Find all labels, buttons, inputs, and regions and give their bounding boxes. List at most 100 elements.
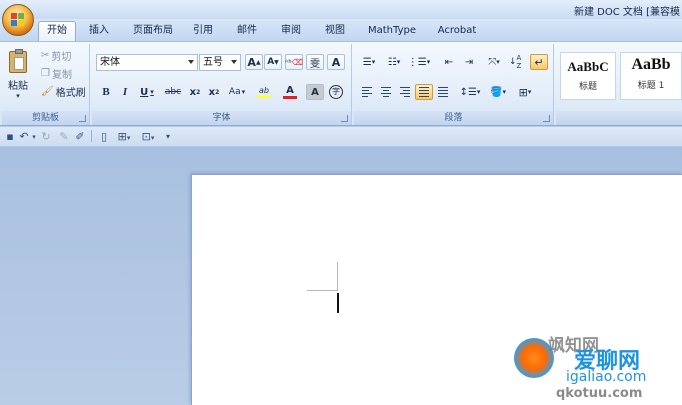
- save-icon[interactable]: ▪: [4, 130, 16, 144]
- draw-table-icon[interactable]: ✎: [58, 130, 70, 144]
- shading-button[interactable]: 🪣 ▾: [486, 84, 510, 100]
- chevron-down-icon: [231, 60, 237, 64]
- character-shading-button[interactable]: A: [306, 84, 324, 100]
- chevron-down-icon[interactable]: ▾: [31, 130, 37, 144]
- tab-review[interactable]: 审阅: [276, 23, 306, 41]
- chevron-down-icon: ▾: [150, 88, 154, 96]
- show-marks-button[interactable]: ↵: [530, 54, 548, 70]
- copy-icon: ❐: [41, 67, 50, 79]
- watermark-url: igaliao.com: [566, 369, 647, 385]
- redo-icon[interactable]: ↻: [40, 130, 52, 144]
- format-painter-button[interactable]: 🖌 格式刷: [40, 83, 88, 99]
- style-title[interactable]: AaBbC 标题: [560, 52, 616, 100]
- font-group: 宋体 五号 A ▲ A ▼ ᴬᵇ ⌫ 雯 A B I U ▾ abc x2 x2 Aa ▾…: [92, 44, 352, 125]
- page-icon[interactable]: ▯: [98, 130, 110, 144]
- strikethrough-button[interactable]: abc: [162, 84, 184, 100]
- italic-button[interactable]: I: [117, 84, 133, 100]
- office-logo-icon-part: [18, 13, 24, 19]
- dialog-launcher-icon[interactable]: [543, 115, 550, 122]
- decrease-indent-button[interactable]: ⇤: [440, 54, 458, 70]
- margin-corner-mark: [307, 290, 338, 291]
- underline-button[interactable]: U ▾: [136, 84, 158, 100]
- paragraph-group-label: 段落: [354, 111, 553, 125]
- tab-page-layout[interactable]: 页面布局: [126, 23, 180, 41]
- multilevel-list-button[interactable]: ⋮☰ ▾: [408, 54, 430, 70]
- scissors-icon: ✂: [41, 49, 50, 61]
- format-painter-label: 格式刷: [55, 87, 86, 99]
- chevron-down-icon: ▾: [16, 91, 20, 100]
- font-color-bar: [283, 95, 297, 99]
- align-left-icon: [362, 85, 372, 99]
- chinese-layout-button[interactable]: ⤧ ▾: [482, 54, 506, 70]
- edit-icon[interactable]: ✐: [74, 130, 86, 144]
- font-color-button[interactable]: A: [278, 84, 302, 100]
- watermark-logo-icon: [514, 338, 554, 378]
- customize-toolbar-icon[interactable]: ▾: [164, 130, 172, 144]
- align-left-button[interactable]: [358, 84, 376, 100]
- character-border-icon[interactable]: A: [327, 54, 345, 70]
- styles-group-label: [556, 111, 682, 125]
- cut-button[interactable]: ✂ 剪切: [40, 47, 80, 63]
- clipboard-group: 粘贴 ▾ ✂ 剪切 ❐ 复制 🖌 格式刷 剪贴板: [2, 44, 90, 125]
- text-box-icon[interactable]: ⊡▾: [138, 130, 158, 144]
- clipboard-icon: [9, 48, 27, 73]
- bold-button[interactable]: B: [98, 84, 114, 100]
- margin-corner-mark: [337, 262, 338, 291]
- increase-indent-button[interactable]: ⇥: [460, 54, 478, 70]
- undo-icon[interactable]: ↶: [18, 130, 30, 144]
- tab-mathtype[interactable]: MathType: [364, 23, 420, 41]
- font-size-combo[interactable]: 五号: [199, 54, 241, 71]
- font-group-label: 字体: [92, 111, 351, 125]
- title-bar: 新建 DOC 文档 [兼容模: [0, 0, 682, 19]
- highlight-color-bar: [257, 95, 271, 98]
- align-right-button[interactable]: [396, 84, 414, 100]
- clipboard-group-label: 剪贴板: [2, 111, 89, 125]
- dialog-launcher-icon[interactable]: [79, 115, 86, 122]
- grow-font-button[interactable]: A ▲: [245, 54, 263, 70]
- numbering-button[interactable]: ☷ ▾: [383, 54, 405, 70]
- justify-button[interactable]: [415, 84, 433, 100]
- subscript-button[interactable]: x2: [187, 84, 203, 100]
- office-logo-icon: [11, 13, 17, 19]
- shrink-font-button[interactable]: A ▼: [264, 54, 282, 70]
- encircle-icon: 字: [329, 85, 343, 99]
- style-sample: AaBbC: [567, 59, 609, 74]
- watermark-bottom: qkotuu.com: [556, 386, 643, 401]
- enclose-characters-button[interactable]: 字: [327, 84, 345, 100]
- line-spacing-button[interactable]: ↕☰ ▾: [458, 84, 482, 100]
- office-logo-icon-part: [11, 20, 17, 26]
- copy-button[interactable]: ❐ 复制: [40, 65, 80, 81]
- ribbon-tab-bar: 开始 插入 页面布局 引用 邮件 审阅 视图 MathType Acrobat: [0, 19, 682, 41]
- phonetic-guide-icon[interactable]: 雯: [306, 54, 324, 70]
- distributed-button[interactable]: [434, 84, 452, 100]
- style-name: 标题 1: [637, 81, 665, 91]
- chevron-down-icon: [188, 60, 194, 64]
- tab-insert[interactable]: 插入: [82, 23, 116, 41]
- paragraph-group: ☰ ▾ ☷ ▾ ⋮☰ ▾ ⇤ ⇥ ⤧ ▾ ↓ A Z ↵ ↕☰ ▾ 🪣 ▾ ⊞ ▾ 段落: [354, 44, 554, 125]
- tab-references[interactable]: 引用: [188, 23, 218, 41]
- style-heading-1[interactable]: AaBb 标题 1: [620, 52, 682, 100]
- tab-mailings[interactable]: 邮件: [232, 23, 262, 41]
- highlight-button[interactable]: ab: [252, 84, 276, 100]
- change-case-button[interactable]: Aa ▾: [225, 84, 249, 100]
- tab-home[interactable]: 开始: [38, 21, 76, 41]
- clear-format-icon[interactable]: ᴬᵇ ⌫: [285, 54, 303, 70]
- align-center-button[interactable]: [377, 84, 395, 100]
- align-center-icon: [381, 85, 391, 99]
- separator: [91, 130, 92, 142]
- superscript-button[interactable]: x2: [206, 84, 222, 100]
- chevron-down-icon: ▾: [241, 88, 246, 96]
- style-sample: AaBb: [631, 56, 671, 73]
- borders-button[interactable]: ⊞ ▾: [512, 84, 538, 100]
- sort-button[interactable]: ↓ A Z: [508, 54, 526, 70]
- bullets-button[interactable]: ☰ ▾: [358, 54, 380, 70]
- tab-acrobat[interactable]: Acrobat: [432, 23, 482, 41]
- font-name-combo[interactable]: 宋体: [96, 54, 198, 71]
- office-button[interactable]: [2, 4, 34, 36]
- justify-icon: [419, 85, 429, 99]
- table-icon[interactable]: ⊞▾: [114, 130, 134, 144]
- tab-view[interactable]: 视图: [320, 23, 350, 41]
- ribbon: 粘贴 ▾ ✂ 剪切 ❐ 复制 🖌 格式刷 剪贴板 宋体 五号 A ▲ A ▼ ᴬ…: [0, 41, 682, 126]
- dialog-launcher-icon[interactable]: [341, 115, 348, 122]
- paste-button[interactable]: 粘贴 ▾: [4, 46, 32, 104]
